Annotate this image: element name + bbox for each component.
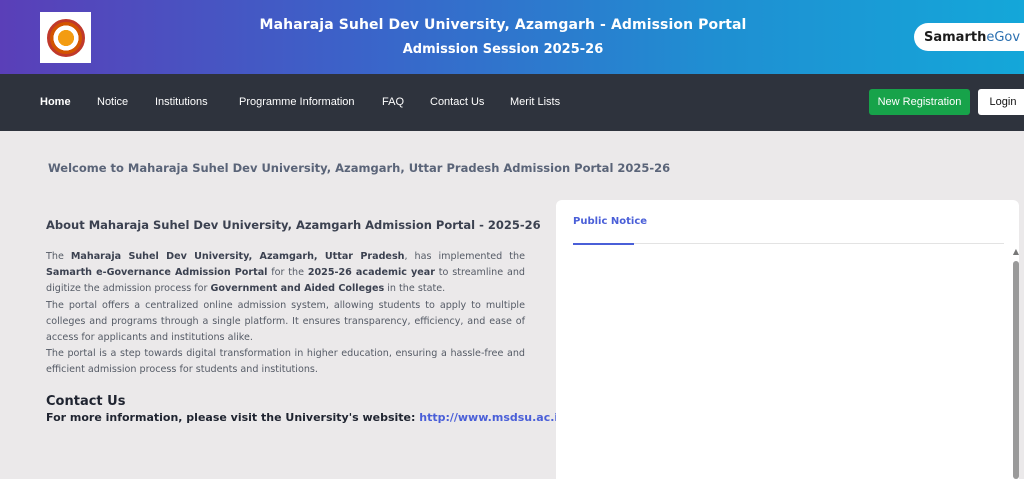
portal-title: Maharaja Suhel Dev University, Azamgarh … xyxy=(259,17,747,33)
university-website-link[interactable]: http://www.msdsu.ac.in xyxy=(419,411,566,424)
session-title: Admission Session 2025-26 xyxy=(402,42,604,57)
nav-merit-lists[interactable]: Merit Lists xyxy=(510,96,560,108)
login-button[interactable]: Login xyxy=(978,89,1024,115)
about-description: The Maharaja Suhel Dev University, Azamg… xyxy=(46,251,525,376)
about-title: About Maharaja Suhel Dev University, Aza… xyxy=(46,218,541,232)
samarth-egov-badge[interactable]: Samarth eGov xyxy=(914,23,1024,51)
nav-notice[interactable]: Notice xyxy=(97,96,128,108)
welcome-heading: Welcome to Maharaja Suhel Dev University… xyxy=(48,161,671,175)
nav-programme-information[interactable]: Programme Information xyxy=(239,96,355,108)
scrollbar-thumb[interactable] xyxy=(1013,261,1019,479)
scroll-up-icon[interactable]: ▲ xyxy=(1011,247,1021,257)
new-registration-button[interactable]: New Registration xyxy=(869,89,970,115)
contact-info: For more information, please visit the U… xyxy=(46,411,567,424)
contact-title: Contact Us xyxy=(46,394,126,409)
nav-home[interactable]: Home xyxy=(40,96,71,108)
badge-sub-text: eGov xyxy=(986,29,1021,45)
about-paragraph-3: The portal is a step towards digital tra… xyxy=(46,348,525,376)
tab-public-notice[interactable]: Public Notice xyxy=(573,216,647,227)
nav-institutions[interactable]: Institutions xyxy=(155,96,208,108)
nav-faq[interactable]: FAQ xyxy=(382,96,404,108)
tab-divider xyxy=(634,243,1004,244)
badge-main-text: Samarth xyxy=(924,29,987,45)
active-tab-indicator xyxy=(573,243,634,245)
public-notice-panel: Public Notice xyxy=(556,200,1019,479)
nav-contact-us[interactable]: Contact Us xyxy=(430,96,484,108)
top-header: Maharaja Suhel Dev University, Azamgarh … xyxy=(0,0,1024,74)
about-paragraph-2: The portal offers a centralized online a… xyxy=(46,299,525,344)
